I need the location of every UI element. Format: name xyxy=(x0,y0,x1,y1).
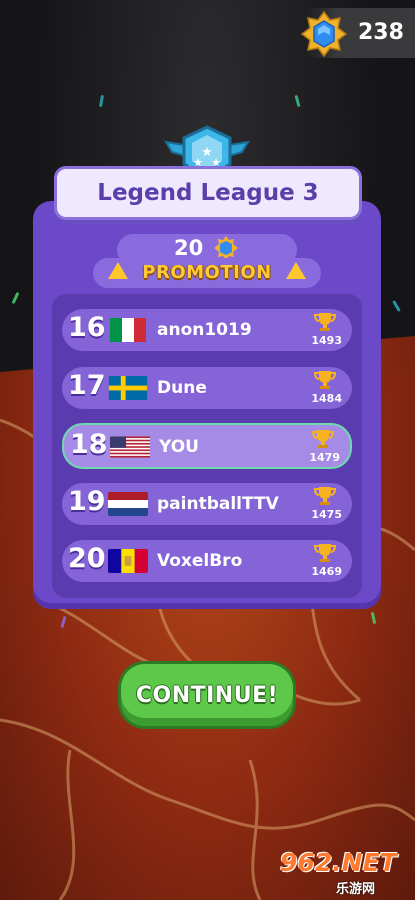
promotion-gem-reward: 20 xyxy=(174,236,204,260)
promotion-label: PROMOTION xyxy=(142,262,272,283)
trophy-score: 1475 xyxy=(311,508,342,521)
trophy-icon xyxy=(314,544,336,562)
netherlands-flag-icon xyxy=(108,492,148,516)
trophy-score: 1469 xyxy=(311,565,342,578)
trophy-score: 1493 xyxy=(311,334,342,347)
trophy-score: 1484 xyxy=(311,392,342,405)
rank-number: 18 xyxy=(70,429,108,460)
player-name: YOU xyxy=(159,437,199,457)
rank-number: 17 xyxy=(68,370,106,401)
sweden-flag-icon xyxy=(108,376,148,400)
continue-button[interactable]: CONTINUE! xyxy=(121,664,293,726)
rank-number: 20 xyxy=(68,543,106,574)
trophy-icon xyxy=(312,430,334,448)
trophy-score: 1479 xyxy=(309,451,340,464)
italy-flag-icon xyxy=(110,318,146,342)
trophy-icon xyxy=(314,487,336,505)
league-title: Legend League 3 xyxy=(54,166,362,220)
watermark-logo: 962.NET xyxy=(280,848,397,877)
andorra-flag-icon xyxy=(108,549,148,573)
usa-flag-icon xyxy=(110,436,150,458)
blue-gem-icon xyxy=(300,10,348,58)
player-name: Dune xyxy=(157,378,207,398)
watermark-subtitle: 乐游网 xyxy=(336,882,376,897)
player-name: VoxelBro xyxy=(157,551,243,571)
gem-count: 238 xyxy=(358,20,404,45)
leaderboard-row: 20 VoxelBro 1469 xyxy=(62,540,352,582)
leaderboard-row: 16 anon1019 1493 xyxy=(62,309,352,351)
leaderboard-row: 17 Dune 1484 xyxy=(62,367,352,409)
leaderboard-row-player: 18 YOU 1479 xyxy=(62,423,352,469)
player-name: paintballTTV xyxy=(157,494,279,514)
trophy-icon xyxy=(314,371,336,389)
rank-number: 19 xyxy=(68,486,106,517)
trophy-icon xyxy=(314,313,336,331)
player-name: anon1019 xyxy=(157,320,252,340)
rank-number: 16 xyxy=(68,312,106,343)
leaderboard-row: 19 paintballTTV 1475 xyxy=(62,483,352,525)
